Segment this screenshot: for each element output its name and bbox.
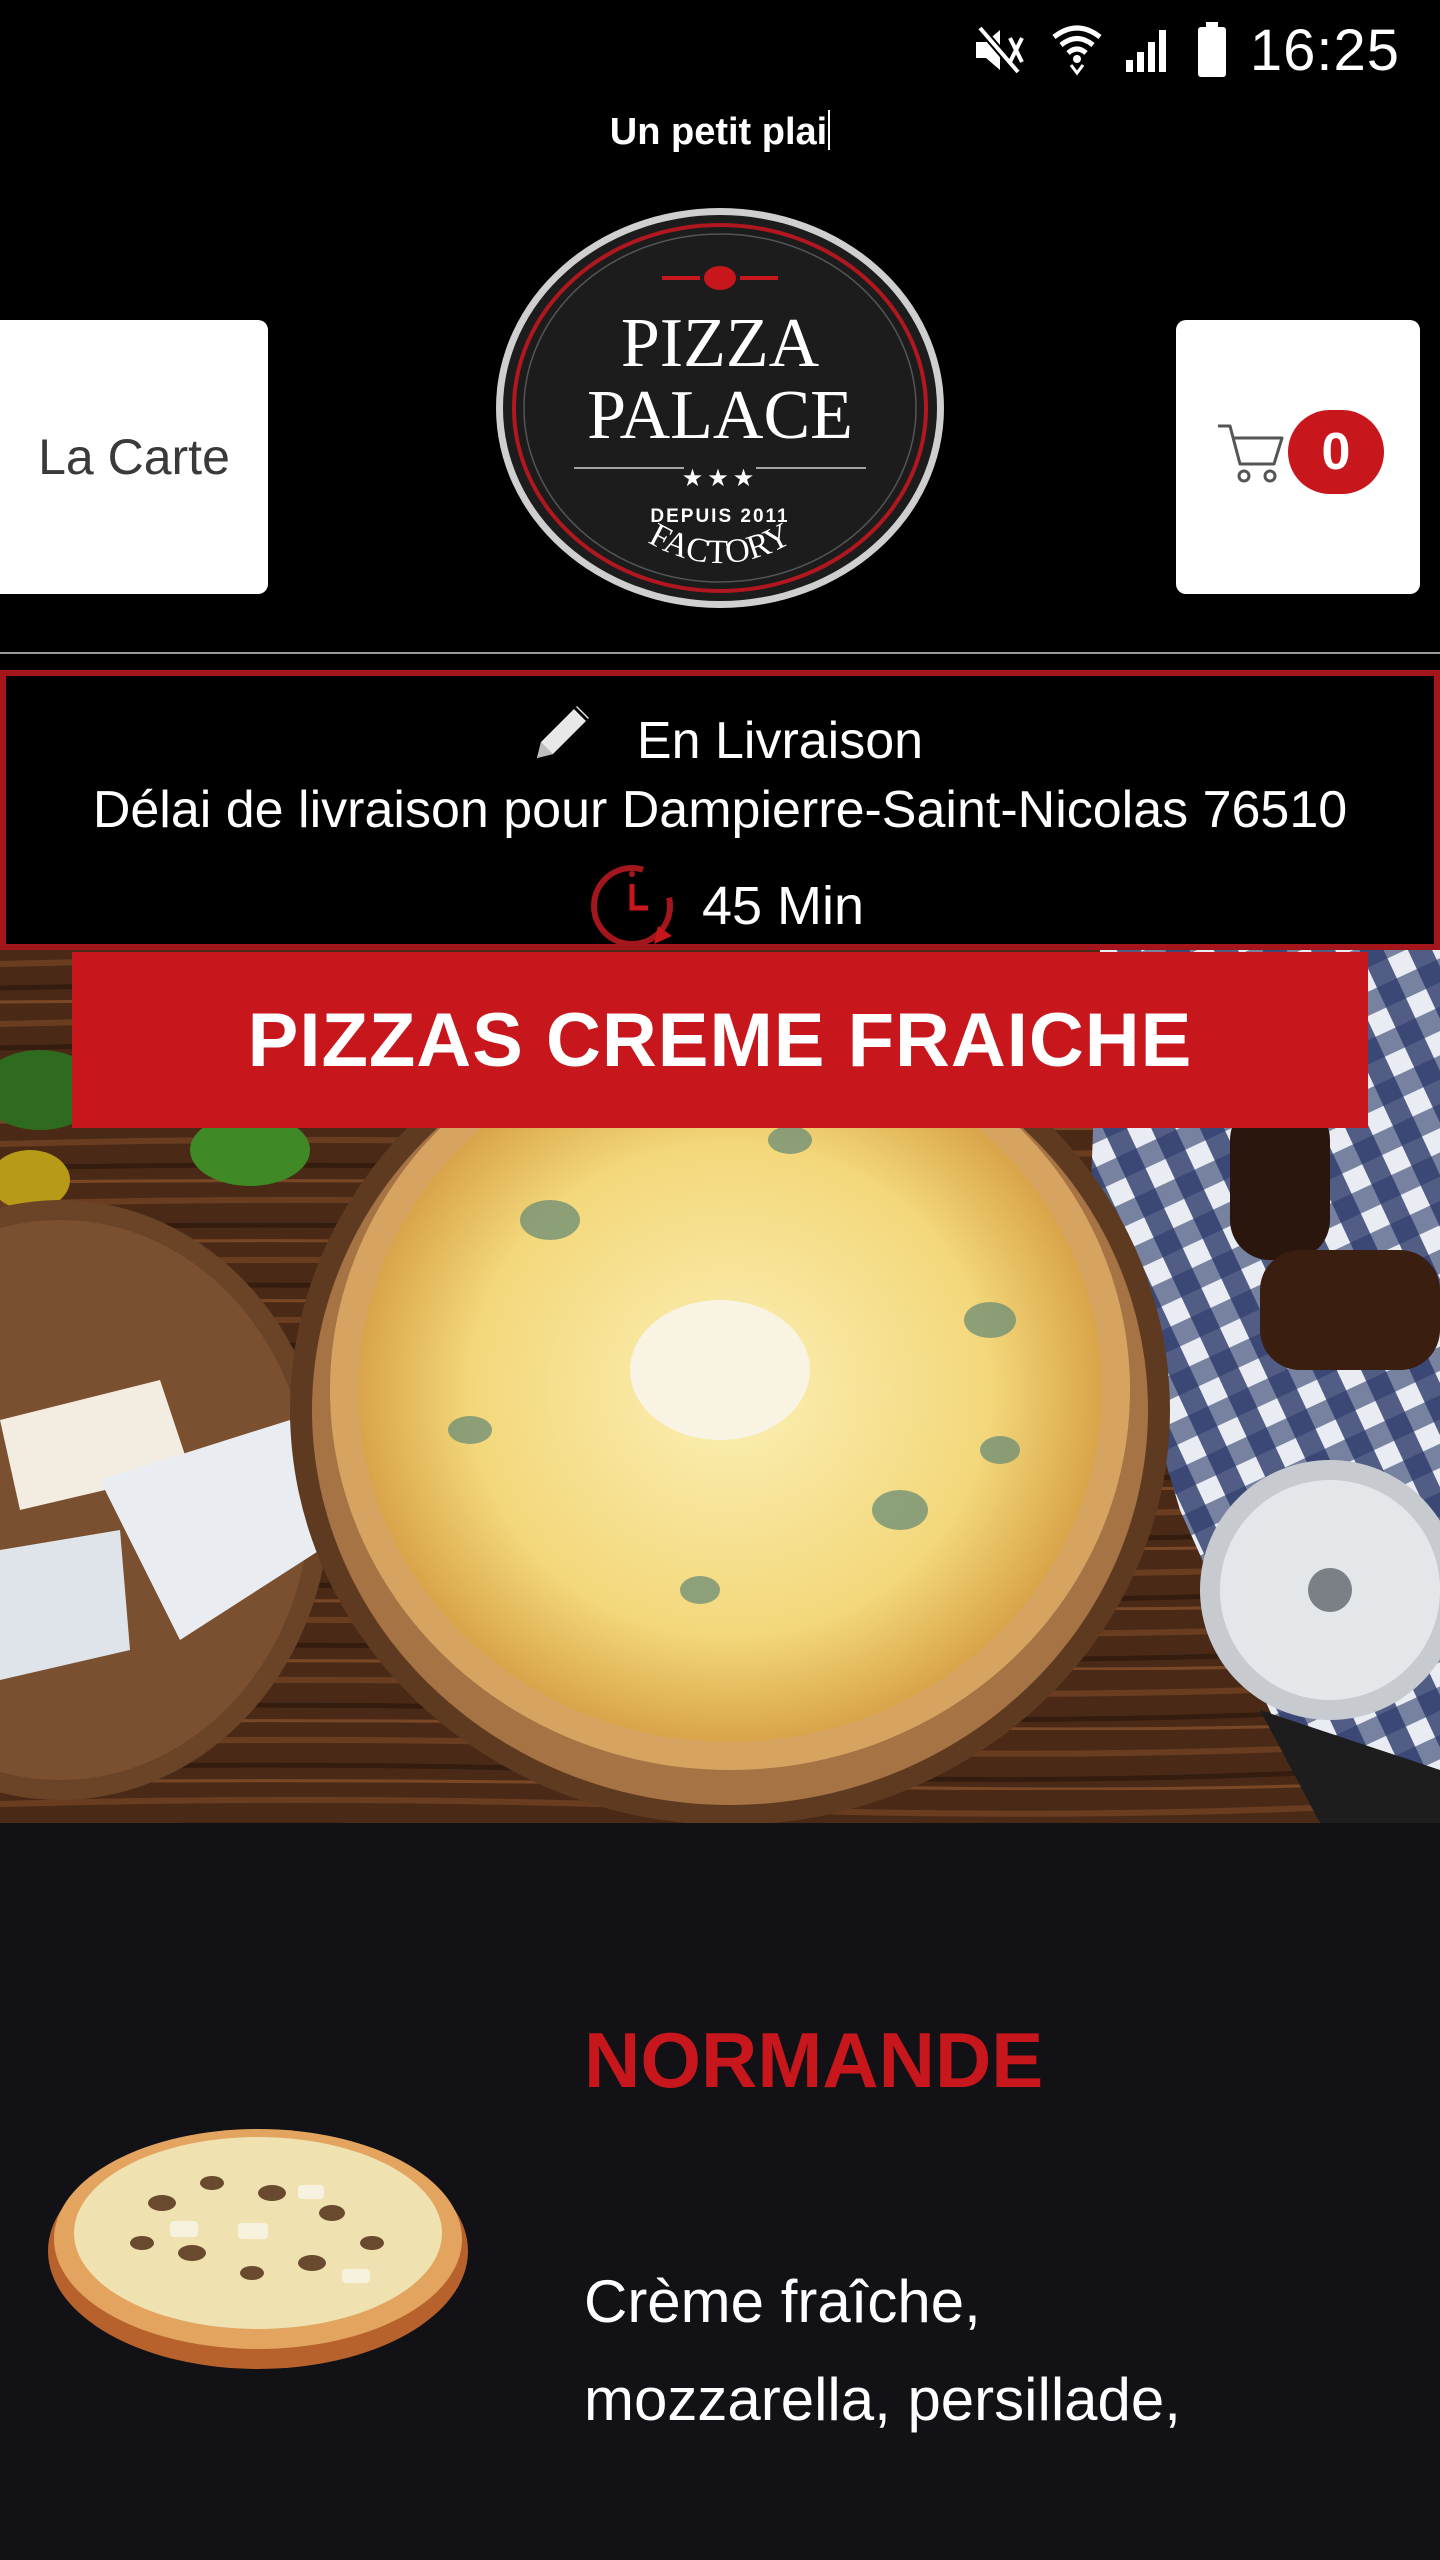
product-list: NORMANDE Crème fraîche, mozzarella, pers… bbox=[0, 1823, 1440, 2560]
category-title-banner: PIZZAS CREME FRAICHE bbox=[72, 952, 1368, 1128]
delivery-mode-label: En Livraison bbox=[636, 712, 924, 770]
announcement-ticker: Un petit plai bbox=[0, 110, 1440, 154]
mute-icon bbox=[972, 24, 1030, 76]
logo-line1: PIZZA bbox=[621, 305, 820, 382]
edit-pencil-icon[interactable] bbox=[529, 696, 599, 779]
header-divider bbox=[0, 652, 1440, 654]
signal-icon bbox=[1124, 26, 1174, 74]
delivery-info-text: Délai de livraison pour Dampierre-Saint-… bbox=[92, 781, 1348, 839]
product-image[interactable] bbox=[42, 2073, 474, 2373]
delivery-mode-row[interactable]: En Livraison bbox=[6, 696, 1440, 779]
status-bar: 16:25 bbox=[0, 0, 1440, 100]
logo-line2: PALACE bbox=[587, 377, 853, 454]
cart-count-badge: 0 bbox=[1288, 410, 1384, 494]
delivery-time-value: 45 Min bbox=[701, 876, 865, 936]
product-description: Crème fraîche, mozzarella, persillade, bbox=[584, 2268, 1181, 2433]
pizza-palace-logo[interactable]: PIZZA PALACE ★★★ DEPUIS 2011 FACTORY bbox=[494, 206, 946, 610]
delivery-info-box[interactable]: En Livraison Délai de livraison pour Dam… bbox=[0, 670, 1440, 950]
ticker-text: Un petit plai bbox=[609, 111, 828, 153]
cart-icon bbox=[1218, 424, 1284, 483]
status-icons: 16:25 bbox=[972, 14, 1400, 86]
wifi-icon bbox=[1052, 23, 1102, 77]
ticker-caret bbox=[828, 110, 831, 150]
clock-icon bbox=[588, 862, 684, 961]
header: La Carte PIZZA PALACE ★★★ DEPUIS 2011 FA… bbox=[0, 190, 1440, 650]
delivery-time-row: 45 Min bbox=[6, 862, 1440, 961]
logo-stars: ★★★ bbox=[682, 464, 759, 492]
menu-button-label: La Carte bbox=[38, 429, 230, 485]
product-name[interactable]: NORMANDE bbox=[584, 2015, 1043, 2106]
menu-button[interactable]: La Carte bbox=[0, 320, 268, 594]
status-time: 16:25 bbox=[1249, 17, 1400, 83]
cart-button[interactable]: 0 bbox=[1176, 320, 1420, 594]
battery-icon bbox=[1196, 22, 1228, 78]
